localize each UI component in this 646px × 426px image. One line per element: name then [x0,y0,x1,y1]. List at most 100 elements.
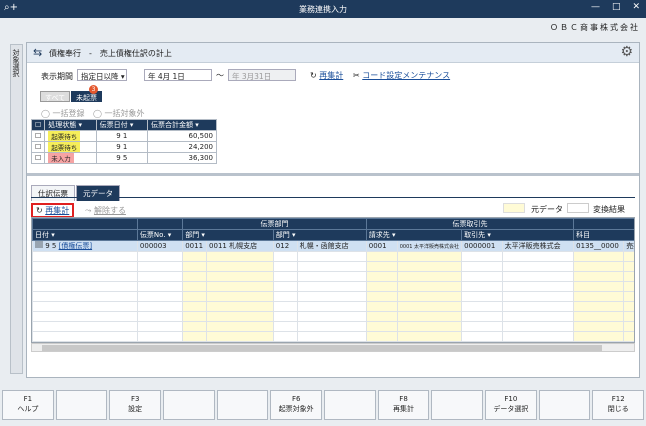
fkey-key: F10 [504,395,518,403]
fkey-f3[interactable]: F3 設定 [109,390,162,420]
empty-row [32,321,634,332]
col-dept2[interactable]: 部門 ▾ [272,229,367,241]
tab-source-data[interactable]: 元データ [76,185,120,201]
col-dept[interactable]: 部門 ▾ [182,229,274,241]
side-tab-label: 対象選択 [12,49,20,77]
amount-cell: 36,300 [146,152,218,164]
side-tab-target-select[interactable]: 対象選択 [10,44,23,374]
col-no[interactable]: 伝票No. ▾ [136,229,184,241]
cust-name-cell: 太平洋販売株式会 [501,240,575,252]
fkey-label: 閉じる [607,405,629,413]
recalc-link[interactable]: ↻ 再集計 [310,70,343,81]
cust-code-cell: 0000001 [461,240,503,252]
scrollbar-thumb[interactable] [42,345,602,351]
tools-icon: ✂ [353,71,360,80]
empty-row [32,301,634,312]
code-settings-link[interactable]: ✂ コード設定メンテナンス [353,70,450,81]
fkey-f9[interactable] [431,390,484,420]
empty-row [32,261,634,272]
table-row[interactable]: ☐ 起票待ち 9 1 24,200 [30,141,218,153]
fkey-f11[interactable] [538,390,591,420]
legend-source-swatch [503,203,525,213]
status-tag: 起票待ち [48,142,81,152]
row-checkbox[interactable] [35,241,43,248]
period-mode-value: 指定日以降 [81,72,119,81]
table-row[interactable]: ☐ 起票待ち 9 1 60,500 [30,130,218,142]
date-cell: 9 5 [95,152,148,164]
fkey-key: F6 [291,395,301,403]
group-account [573,218,634,230]
horizontal-scrollbar[interactable] [31,343,635,352]
no-cell: 000003 [136,240,184,252]
col-customer[interactable]: 取引先 ▾ [461,229,575,241]
fkey-f12[interactable]: F12 閉じる [592,390,645,420]
voucher-link[interactable]: [債権伝票] [59,242,92,250]
legend-converted-swatch [567,203,589,213]
fkey-f8[interactable]: F8 再集計 [377,390,430,420]
group-dept: 伝票部門 [182,218,367,230]
option-batch-exclude-label: 一括対象外 [104,109,145,118]
title-bar: ⌕+ 業務連携入力 — □ ✕ [0,0,646,18]
col-billing[interactable]: 請求先 ▾ [365,229,463,241]
table-row[interactable]: 9 5 [債権伝票] 000003 0011 0011 札幌支店 012 札幌・… [32,240,634,252]
summary-table: ☐ 処理状態 ▾ 伝票日付 ▾ 伝票合計金額 ▾ ☐ 起票待ち 9 1 60,5… [30,119,218,164]
maximize-icon[interactable]: □ [612,2,621,12]
fkey-f6[interactable]: F6 起票対象外 [270,390,323,420]
source-data-grid: 伝票部門 伝票取引先 日付 ▾ 伝票No. ▾ 部門 ▾ 部門 ▾ 請求先 ▾ … [31,217,635,343]
function-key-bar: F1 ヘルプ F3 設定 F6 起票対象外 F8 再集計 F10 データ選択 F12 閉じる [0,390,646,420]
date-cell: 9 1 [95,141,148,153]
dept2-name-cell: 札幌・函館支店 [296,240,367,252]
option-batch[interactable]: ◯ 一括登録 [41,108,85,119]
recalc-text: 再集計 [319,71,344,80]
date-from-input[interactable]: 年 4月 1日 [144,69,212,81]
code-settings-text: コード設定メンテナンス [362,71,451,80]
fkey-f4[interactable] [163,390,215,420]
col-date[interactable]: 日付 ▾ [32,229,138,241]
date-to-input[interactable]: 年 3月31日 [228,69,296,81]
date-cell: 9 5 [債権伝票] [32,240,138,252]
recalc-button-label: 再集計 [45,206,70,215]
page-title: 債権奉行 - 売上債権仕訳の計上 [49,49,172,58]
fkey-label: 設定 [128,405,143,413]
close-icon[interactable]: ✕ [632,2,640,12]
col-account[interactable]: 科目 [573,229,634,241]
option-batch-exclude[interactable]: ◯ 一括対象外 [93,108,145,119]
fkey-f2[interactable] [55,390,108,420]
row-checkbox[interactable]: ☐ [30,141,46,153]
date-cell: 9 1 [95,130,148,142]
tab-journal[interactable]: 仕訳伝票 [31,185,75,201]
dept-name-cell: 0011 札幌支店 [206,240,274,252]
col-no-label: 伝票No. [139,231,166,239]
fkey-f10[interactable]: F10 データ選択 [485,390,537,420]
col-billing-label: 請求先 [368,231,390,239]
release-button[interactable]: ⤳ 解除する [85,205,126,216]
empty-row [32,311,634,322]
window-title: 業務連携入力 [299,5,347,14]
unstarted-count-badge: 3 [89,85,98,94]
dept-code-cell: 0011 [182,240,208,252]
fkey-f1[interactable]: F1 ヘルプ [2,390,54,420]
filter-unstarted-button[interactable]: 未起票 [71,91,102,102]
fkey-key: F1 [23,395,33,403]
legend-source-label: 元データ [531,205,563,214]
splitter[interactable] [27,173,639,176]
fkey-label: 再集計 [393,405,415,413]
status-cell: 起票待ち [44,130,97,142]
period-mode-select[interactable]: 指定日以降 ▾ [77,69,127,81]
amount-cell: 24,200 [146,141,218,153]
fkey-key: F3 [130,395,140,403]
tilde: ～ [216,71,224,80]
row-checkbox[interactable]: ☐ [30,152,46,164]
gear-icon[interactable]: ⚙ [620,44,633,60]
main-panel: ⇆ 債権奉行 - 売上債権仕訳の計上 ⚙ 表示期間 指定日以降 ▾ 年 4月 1… [26,42,640,378]
select-all-checkbox[interactable]: ☐ [30,119,46,131]
filter-all-button[interactable]: すべて [40,91,71,102]
recalc-button[interactable]: ↻ 再集計 [31,203,75,218]
row-checkbox[interactable]: ☐ [30,130,46,142]
fkey-f7[interactable] [324,390,376,420]
fkey-f5[interactable] [216,390,269,420]
refresh-icon: ⇆ [33,46,43,59]
minimize-icon[interactable]: — [591,2,600,12]
table-row[interactable]: ☐ 未入力 9 5 36,300 [30,152,218,164]
acct-code-cell: 0135__0000 [573,240,625,252]
